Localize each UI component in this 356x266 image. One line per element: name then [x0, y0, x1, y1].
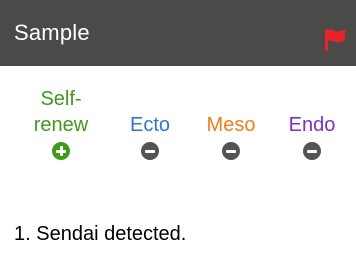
page-title: Sample: [14, 20, 90, 45]
lineage-markers: Self- renew Ecto Meso Endo: [0, 66, 356, 196]
minus-circle-icon[interactable]: [141, 142, 159, 160]
marker-label-line2: renew: [33, 114, 89, 136]
marker-label-line1: Self-: [40, 88, 82, 110]
marker-label-line2: Meso: [206, 114, 256, 136]
marker-label: Meso: [189, 66, 273, 138]
marker-ecto: Ecto: [108, 66, 192, 160]
marker-label-line2: Endo: [288, 114, 336, 136]
app-header: Sample: [0, 0, 356, 66]
red-flag-icon[interactable]: [322, 27, 348, 53]
marker-meso: Meso: [189, 66, 273, 160]
marker-self-renew: Self- renew: [19, 66, 103, 160]
marker-label: Endo: [270, 66, 354, 138]
plus-circle-icon[interactable]: [52, 142, 70, 160]
marker-label: Self- renew: [19, 66, 103, 138]
minus-circle-icon[interactable]: [303, 142, 321, 160]
marker-label-line2: Ecto: [129, 114, 171, 136]
result-text: 1. Sendai detected.: [14, 223, 187, 245]
marker-endo: Endo: [270, 66, 354, 160]
minus-circle-icon[interactable]: [222, 142, 240, 160]
marker-label: Ecto: [108, 66, 192, 138]
